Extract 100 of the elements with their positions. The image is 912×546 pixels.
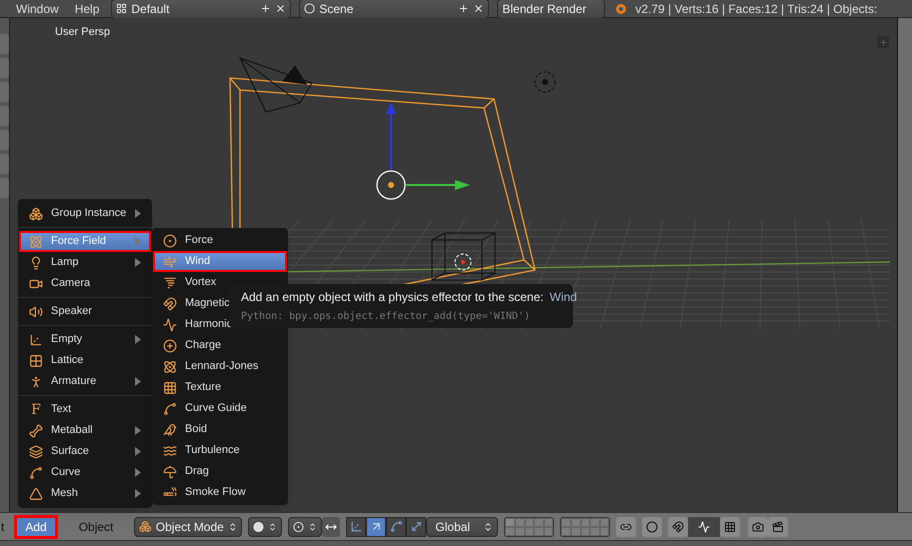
menu-button[interactable]: Object [68, 514, 124, 538]
menu-item[interactable]: Surface [19, 441, 151, 462]
snap-icon [698, 520, 710, 532]
menu-item[interactable]: Drag [153, 461, 287, 482]
menu-link[interactable]: t [0, 518, 4, 536]
cubes-icon [29, 206, 43, 220]
menu-item[interactable]: Wind [153, 251, 287, 272]
menu-item[interactable]: Armature [19, 371, 151, 392]
submenu-arrow-icon [135, 237, 141, 246]
snap-element-dropdown[interactable] [688, 516, 720, 536]
add-icon[interactable] [260, 3, 272, 14]
menu-item[interactable]: Texture [153, 377, 287, 398]
submenu-arrow-icon [135, 468, 141, 477]
manipulator-button[interactable] [346, 516, 366, 536]
snap-target-button[interactable] [720, 516, 740, 536]
menu-button[interactable]: Add [14, 514, 58, 538]
pivot-icon [293, 520, 304, 532]
atom-icon [163, 360, 177, 374]
manipulator-icon [350, 520, 363, 533]
submenu-arrow-icon [135, 447, 141, 456]
triangle-icon [29, 486, 43, 500]
waves-icon [163, 444, 177, 458]
grid-icon [163, 380, 177, 394]
menu-link[interactable]: Window [12, 0, 63, 18]
figure-icon [29, 374, 43, 388]
orientation-dropdown[interactable]: Global [426, 516, 498, 536]
curve-icon [29, 466, 43, 480]
render-button[interactable] [748, 516, 768, 536]
updown-icon [228, 522, 238, 532]
menu-item[interactable]: Empty [19, 329, 151, 350]
lightbulb-icon [29, 256, 43, 270]
menu-item[interactable]: Lamp [19, 252, 151, 273]
render-engine-dropdown[interactable]: Blender Render [497, 0, 606, 18]
submenu-arrow-icon [135, 335, 141, 344]
manipulator-button[interactable] [366, 516, 386, 536]
umbrella-icon [163, 464, 177, 478]
lock-layers-button[interactable] [616, 516, 636, 536]
animation-button[interactable] [768, 516, 788, 536]
updown-icon [308, 522, 318, 532]
axes-icon [29, 332, 43, 346]
wave-icon [163, 318, 177, 332]
proportional-button[interactable] [642, 516, 662, 536]
cube-icon [139, 520, 152, 533]
menu-item[interactable]: Lattice [19, 350, 151, 371]
menu-item[interactable]: Smoke Flow [153, 482, 287, 503]
manipulator-toggle[interactable] [322, 516, 340, 536]
add-icon[interactable] [458, 3, 470, 14]
bone-icon [29, 424, 43, 438]
camera-icon [752, 520, 764, 532]
grid-icon [29, 354, 43, 368]
manipulator-icon [410, 520, 423, 533]
menu-item[interactable]: Curve [19, 462, 151, 483]
magnet-icon [163, 296, 177, 310]
wind-icon [163, 254, 177, 268]
atom-icon [29, 234, 43, 248]
menu-item[interactable]: Lennard-Jones [153, 356, 287, 377]
menu-item[interactable]: Camera [19, 273, 151, 294]
scene-dropdown[interactable]: Scene [299, 0, 490, 18]
layout-icon [116, 3, 128, 14]
menu-item[interactable]: Curve Guide [153, 398, 287, 419]
menu-item[interactable]: Charge [153, 335, 287, 356]
scene-stats: v2.79 | Verts:16 | Faces:12 | Tris:24 | Objects: [635, 0, 878, 18]
pivot-dropdown[interactable] [288, 516, 322, 536]
close-icon[interactable] [473, 3, 484, 14]
mode-dropdown[interactable]: Object Mode [134, 516, 242, 536]
axis-arrow[interactable] [406, 180, 470, 190]
text-glyph: F [30, 402, 42, 416]
plus-icon [878, 38, 888, 46]
menu-item[interactable]: Metaball [19, 420, 151, 441]
layer-buttons[interactable] [504, 516, 554, 536]
manipulator-icon [390, 520, 403, 533]
menu-item[interactable]: Force [153, 230, 287, 251]
manipulator-button[interactable] [386, 516, 406, 536]
submenu-arrow-icon [135, 209, 141, 218]
menu-item[interactable]: Mesh [19, 483, 151, 504]
menu-item[interactable]: Group Instance [19, 203, 151, 224]
layers-icon [29, 444, 43, 458]
layout-dropdown[interactable]: Default [111, 0, 292, 18]
submenu-arrow-icon [135, 489, 141, 498]
menu-item[interactable]: Speaker [19, 301, 151, 322]
logo-icon [613, 2, 628, 14]
bird-icon [163, 422, 177, 436]
view-label: User Persp [55, 25, 110, 40]
speaker-icon [29, 304, 43, 318]
grid-icon [724, 520, 736, 532]
manipulator-button[interactable] [406, 516, 426, 536]
menu-link[interactable]: Help [70, 0, 104, 18]
snap-button[interactable] [668, 516, 688, 536]
shading-dropdown[interactable] [248, 516, 282, 536]
curve-icon [163, 402, 177, 416]
tornado-icon [163, 276, 177, 290]
updown-icon [268, 522, 278, 532]
layer-buttons[interactable] [560, 516, 610, 536]
menu-item[interactable]: Turbulence [153, 440, 287, 461]
menu-item[interactable]: Force Field [19, 231, 151, 252]
updown-icon [483, 522, 494, 532]
menu-item[interactable]: Boid [153, 419, 287, 440]
menu-item[interactable]: F Text [19, 399, 151, 420]
sphere-icon [253, 520, 264, 532]
close-icon[interactable] [275, 3, 286, 14]
